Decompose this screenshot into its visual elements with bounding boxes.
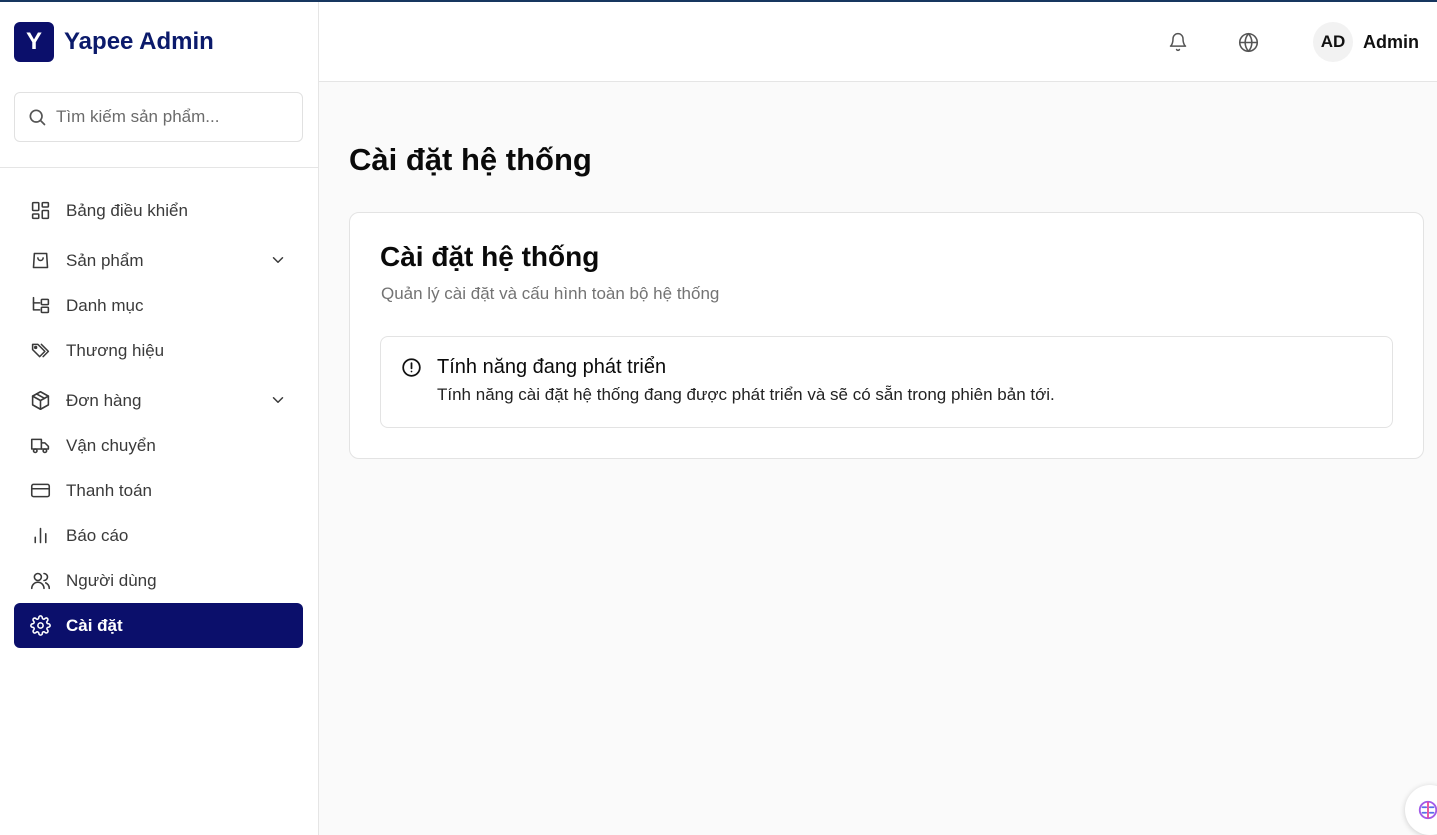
brand-name: Yapee Admin: [64, 28, 214, 55]
sidebar-item-brands[interactable]: Thương hiệu: [14, 328, 303, 373]
sidebar-item-label: Người dùng: [66, 570, 157, 590]
sidebar-item-orders[interactable]: Đơn hàng: [14, 378, 303, 423]
sidebar-item-label: Sản phẩm: [66, 250, 144, 270]
brand[interactable]: Y Yapee Admin: [14, 22, 214, 62]
language-button[interactable]: [1236, 30, 1260, 54]
sidebar-item-users[interactable]: Người dùng: [14, 558, 303, 603]
chevron-down-icon[interactable]: [269, 391, 287, 409]
chevron-down-icon[interactable]: [269, 251, 287, 269]
sidebar-item-shipping[interactable]: Vận chuyển: [14, 423, 303, 468]
sidebar-item-payments[interactable]: Thanh toán: [14, 468, 303, 513]
avatar[interactable]: AD: [1313, 22, 1353, 62]
dashboard-icon: [29, 200, 51, 222]
tags-icon: [29, 340, 51, 362]
alert-title: Tính năng đang phát triển: [437, 356, 667, 378]
user-name[interactable]: Admin: [1363, 32, 1419, 53]
sidebar-item-label: Thanh toán: [66, 480, 153, 500]
feature-alert: Tính năng đang phát triển Tính năng cài …: [380, 336, 1393, 428]
sidebar-item-settings[interactable]: Cài đặt: [14, 603, 303, 648]
credit-card-icon: [29, 480, 51, 502]
assistant-button[interactable]: [1405, 785, 1437, 835]
card-title: Cài đặt hệ thống: [380, 241, 600, 272]
globe-icon: [1238, 32, 1258, 52]
brand-logo: Y: [14, 22, 54, 62]
sidebar-divider: [0, 167, 318, 168]
settings-gear-icon: [29, 615, 51, 637]
category-tree-icon: [29, 295, 51, 317]
settings-card: Cài đặt hệ thống Quản lý cài đặt và cấu …: [349, 212, 1424, 459]
sidebar-item-categories[interactable]: Danh mục: [14, 283, 303, 328]
shopping-bag-icon: [29, 250, 51, 272]
search-box[interactable]: [14, 92, 303, 142]
users-icon: [29, 570, 51, 592]
alert-circle-icon: [401, 357, 422, 383]
top-header: AD Admin: [319, 2, 1437, 82]
sidebar-item-dashboard[interactable]: Bảng điều khiển: [14, 188, 303, 233]
notifications-button[interactable]: [1166, 30, 1190, 54]
sidebar-item-label: Thương hiệu: [66, 340, 165, 360]
search-icon: [29, 109, 46, 126]
sidebar-item-label: Cài đặt: [66, 615, 123, 635]
bell-icon: [1169, 32, 1187, 52]
sidebar-item-label: Bảng điều khiển: [66, 200, 188, 220]
truck-icon: [29, 435, 51, 457]
alert-description: Tính năng cài đặt hệ thống đang được phá…: [437, 385, 1055, 404]
top-accent-line: [0, 0, 1437, 2]
sidebar-item-label: Báo cáo: [66, 525, 129, 545]
sidebar-item-label: Đơn hàng: [66, 390, 142, 410]
brain-icon: [1418, 800, 1437, 820]
search-input[interactable]: [56, 107, 296, 127]
sidebar-item-reports[interactable]: Báo cáo: [14, 513, 303, 558]
sidebar: Y Yapee Admin Bảng điều khiển Sản phẩm D…: [0, 0, 319, 835]
package-icon: [29, 390, 51, 412]
page-title: Cài đặt hệ thống: [349, 142, 592, 177]
sidebar-item-label: Danh mục: [66, 295, 144, 315]
sidebar-item-label: Vận chuyển: [66, 435, 156, 455]
sidebar-item-products[interactable]: Sản phẩm: [14, 238, 303, 283]
bar-chart-icon: [29, 525, 51, 547]
card-subtitle: Quản lý cài đặt và cấu hình toàn bộ hệ t…: [381, 284, 720, 303]
